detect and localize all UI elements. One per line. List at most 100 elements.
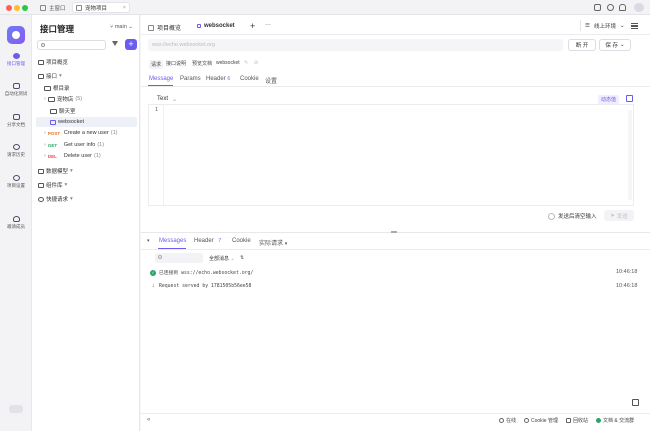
status-online[interactable]: 在线 [499, 417, 516, 424]
tab-websocket[interactable]: websocket [197, 23, 235, 29]
sidebar-item-label: 接口 [46, 72, 57, 80]
drag-handle-icon[interactable] [391, 231, 397, 233]
sidebar-item-chatroom[interactable]: 聊天室 [50, 107, 76, 115]
sidebar-item-create-user[interactable]: › POST Create a new user (1) [44, 130, 118, 136]
window-tab-main[interactable]: 主窗口 [40, 3, 66, 13]
sidebar-item-label: 快捷请求 [46, 195, 68, 203]
minimize-window-button[interactable] [14, 5, 20, 11]
environment-selector[interactable]: ☰ 线上环境 ⌄ [580, 20, 626, 31]
message-text: 已连接到 wss://echo.websocket.org/ [159, 269, 253, 276]
gear-icon[interactable] [607, 4, 614, 11]
message-editor[interactable] [148, 104, 634, 206]
hamburger-menu-icon[interactable] [631, 23, 638, 29]
sidebar-item-components[interactable]: 组件库 ▾ [38, 181, 67, 189]
subtab-request[interactable]: 请求 [149, 60, 163, 69]
status-cookie-manager[interactable]: Cookie 管理 [524, 417, 558, 424]
sidebar-item-api[interactable]: 接口 ▾ [38, 72, 62, 80]
tab-messages[interactable]: Messages [159, 238, 186, 244]
editor-scrollbar[interactable] [628, 110, 632, 200]
add-tab-button[interactable]: + [250, 21, 255, 31]
message-type-filter-label: 全部消息 [209, 256, 229, 262]
tab-label: Header [206, 76, 226, 82]
branch-label: main [115, 24, 127, 30]
add-api-button[interactable]: + [125, 39, 137, 50]
close-window-button[interactable] [6, 5, 12, 11]
clear-after-send-toggle[interactable]: 发送后清空输入 [548, 212, 597, 220]
tab-message[interactable]: Message [149, 76, 173, 82]
history-icon [13, 144, 20, 150]
quick-request-icon [38, 197, 44, 202]
edit-icon[interactable]: ✎ [244, 60, 248, 66]
status-docs-community[interactable]: 文档 & 交流群 [596, 417, 634, 424]
sidebar-item-websocket[interactable]: websocket [50, 119, 84, 125]
chevron-right-icon: › [44, 153, 46, 159]
tab-label: websocket [204, 23, 235, 29]
subtab-preview[interactable]: 预览文档 [192, 60, 212, 67]
rail-item-api-management[interactable]: 接口管理 [0, 53, 32, 67]
send-button[interactable]: ➤ 发送 [604, 210, 634, 221]
home-icon [40, 5, 46, 11]
window-tab-project[interactable]: 宠物项目 × [72, 2, 130, 13]
send-icon: ➤ [610, 213, 615, 219]
collapse-sidebar-button[interactable]: « [147, 417, 150, 423]
message-row[interactable]: ↓ Request served by 1781505b56ee58 [150, 283, 251, 289]
tab-params[interactable]: Params [180, 76, 201, 82]
message-type-select[interactable]: Text ⌄ [157, 96, 177, 103]
bell-icon[interactable] [619, 4, 626, 11]
tab-cookie[interactable]: Cookie [240, 76, 259, 82]
dynamic-value-button[interactable]: 动态值 [598, 95, 619, 104]
sidebar-item-overview[interactable]: 项目概览 [38, 58, 68, 66]
divider [141, 249, 650, 250]
status-recycle-bin[interactable]: 回收站 [566, 417, 588, 424]
sidebar-item-quick-requests[interactable]: 快捷请求 ▾ [38, 195, 73, 203]
sidebar-item-petstore[interactable]: › 宠物店 (5) [44, 95, 82, 103]
sidebar-item-count: (1) [97, 142, 104, 148]
branch-selector[interactable]: ⑂ main ⌄ [110, 24, 133, 30]
disconnect-label: 断 开 [576, 41, 589, 49]
rail-item-automated-testing[interactable]: 自动化测试 [0, 83, 32, 97]
notes-icon[interactable] [594, 4, 601, 11]
rail-item-share-docs[interactable]: 分享文档 [0, 114, 32, 128]
link-icon[interactable]: ⊘ [254, 60, 258, 66]
tab-response-cookie[interactable]: Cookie [232, 238, 251, 244]
sidebar-item-root[interactable]: 根目录 [44, 84, 70, 92]
message-type-filter[interactable]: 全部消息 ⌄ [209, 255, 235, 262]
sidebar-search-input[interactable] [37, 40, 106, 50]
side-panel-icon[interactable] [632, 399, 639, 406]
rail-item-invite-members[interactable]: 邀请成员 [0, 216, 32, 230]
message-time: 10:46:18 [616, 269, 637, 275]
tab-settings[interactable]: 设置 [265, 76, 277, 85]
close-tab-icon[interactable]: × [123, 5, 126, 11]
message-search-input[interactable] [155, 253, 203, 263]
tab-response-header[interactable]: Header 7 [194, 238, 221, 244]
filter-icon[interactable] [112, 41, 119, 48]
tab-label: 项目概览 [157, 23, 181, 32]
disconnect-button[interactable]: 断 开 [568, 39, 596, 51]
format-icon[interactable] [626, 95, 633, 102]
rail-item-label: 邀请成员 [7, 224, 25, 229]
sort-filter-icon[interactable]: ⇅ [240, 255, 244, 261]
window-tab-project-label: 宠物项目 [85, 4, 107, 12]
collapse-panel-icon[interactable]: ▾ [147, 238, 150, 244]
sidebar-item-delete-user[interactable]: › DEL Delete user (1) [44, 153, 101, 159]
rail-item-label: 项目设置 [7, 183, 25, 188]
method-badge: POST [48, 131, 62, 136]
rail-item-project-settings[interactable]: 项目设置 [0, 175, 32, 189]
maximize-window-button[interactable] [22, 5, 28, 11]
websocket-url-input[interactable]: wss://echo.websocket.org [148, 39, 563, 51]
save-button[interactable]: 保 存 ⌄ [599, 39, 631, 51]
tab-header[interactable]: Header 6 [206, 76, 230, 82]
arrow-down-icon: ↓ [150, 283, 156, 289]
status-label: 在线 [506, 417, 516, 424]
chevron-down-icon: ⌄ [620, 42, 625, 48]
chevron-right-icon: › [44, 130, 46, 136]
tab-actual-request[interactable]: 实际请求 ▾ [259, 238, 287, 247]
message-row[interactable]: ✓ 已连接到 wss://echo.websocket.org/ [150, 269, 253, 276]
user-avatar[interactable] [634, 3, 644, 12]
rail-item-request-history[interactable]: 请求历史 [0, 144, 32, 158]
tab-overview[interactable]: 项目概览 [148, 23, 181, 32]
sidebar-item-data-models[interactable]: 数据模型 ▾ [38, 167, 73, 175]
sidebar-item-get-user[interactable]: › GET Get user info (1) [44, 142, 104, 148]
subtab-api-doc[interactable]: 接口说明 [166, 60, 186, 67]
more-tabs-button[interactable]: ··· [265, 22, 271, 28]
